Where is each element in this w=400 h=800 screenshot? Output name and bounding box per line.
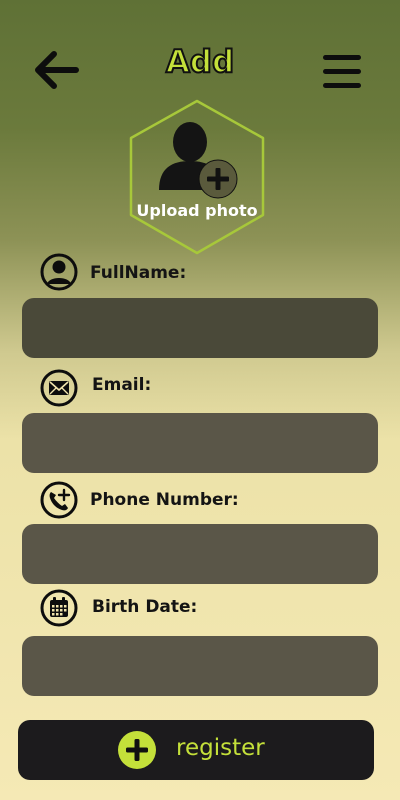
envelope-icon — [40, 369, 78, 407]
hamburger-menu-icon — [323, 55, 361, 88]
email-label: Email: — [92, 375, 152, 395]
birth-date-label: Birth Date: — [92, 597, 198, 617]
upload-photo-hexagon — [129, 99, 265, 255]
upload-photo-button[interactable] — [126, 98, 268, 256]
add-user-icon — [159, 122, 238, 199]
register-label: register — [176, 735, 265, 761]
phone-plus-icon — [40, 481, 78, 519]
phone-number-label: Phone Number: — [90, 490, 239, 510]
upload-photo-label: Upload photo — [136, 201, 258, 220]
phone-number-field[interactable] — [22, 524, 378, 584]
calendar-icon — [40, 589, 78, 627]
email-field[interactable] — [22, 413, 378, 473]
user-circle-icon — [40, 253, 78, 291]
birth-date-field[interactable] — [22, 636, 378, 696]
fullname-field[interactable] — [22, 298, 378, 358]
fullname-label: FullName: — [90, 263, 187, 283]
plus-circle-icon — [118, 731, 156, 769]
menu-button[interactable] — [320, 52, 364, 90]
